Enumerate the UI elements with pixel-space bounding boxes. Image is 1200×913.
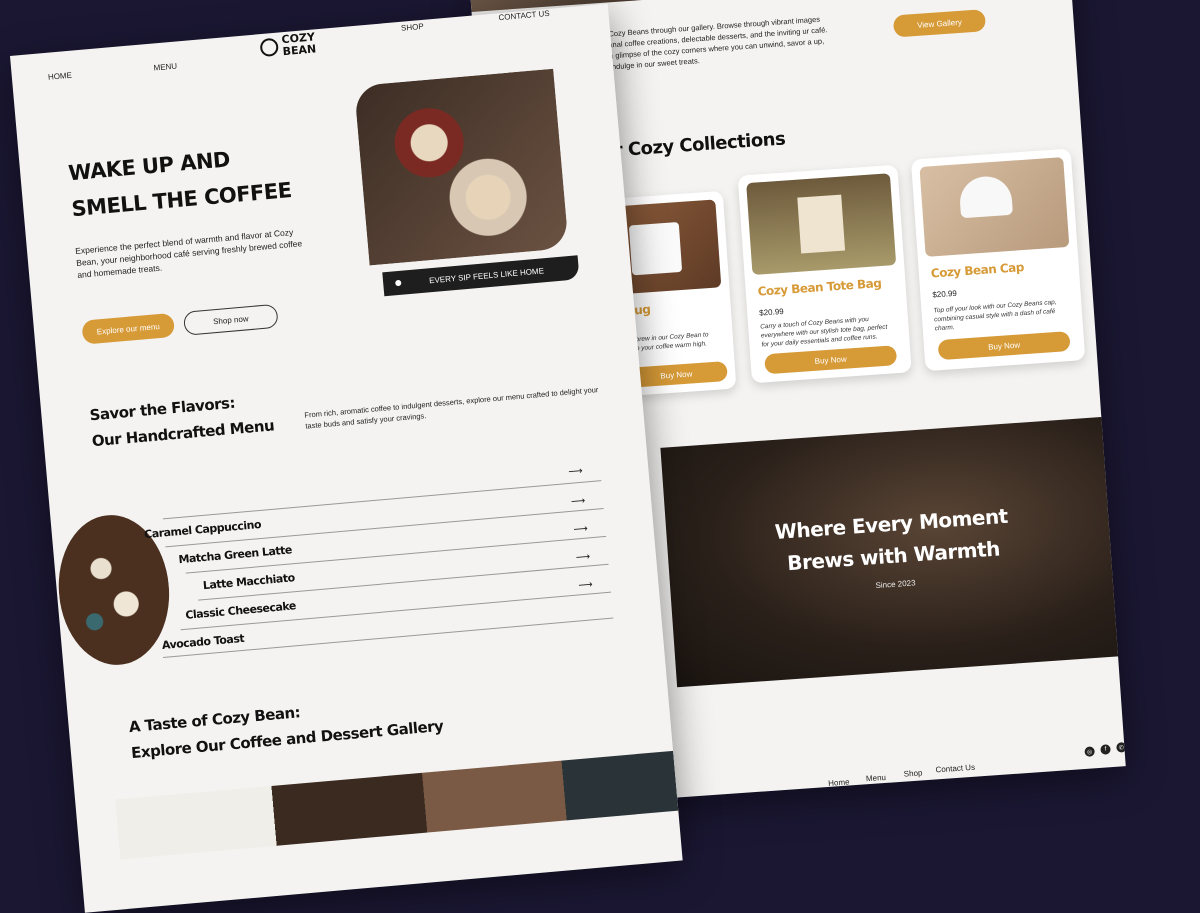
hero-title-line1: WAKE UP AND — [67, 147, 231, 186]
menu-item[interactable]: Avocado Toast — [161, 632, 244, 652]
logo-cup-icon — [259, 37, 279, 58]
footer-nav-home[interactable]: Home — [828, 777, 850, 787]
espresso-band: Where Every Moment Brews with Warmth Sin… — [660, 416, 1126, 688]
product-card-cap: Cozy Bean Cap $20.99 Top off your look w… — [910, 148, 1086, 372]
collections-title: ur Cozy Collections — [600, 128, 786, 163]
arrow-icon[interactable]: ⟶ — [568, 466, 583, 478]
buy-now-button[interactable]: Buy Now — [764, 345, 898, 375]
menu-description: From rich, aromatic coffee to indulgent … — [304, 385, 599, 431]
facebook-icon[interactable]: f — [1100, 744, 1111, 755]
product-card-tote: Cozy Bean Tote Bag $20.99 Carry a touch … — [737, 164, 912, 384]
arrow-icon[interactable]: ⟶ — [571, 496, 586, 508]
caption-dot-icon — [395, 279, 402, 287]
logo[interactable]: COZY BEAN — [259, 30, 317, 60]
footer-nav-contact[interactable]: Contact Us — [935, 763, 975, 775]
nav-menu[interactable]: MENU — [153, 61, 177, 72]
hero-caption: EVERY SIP FEELS LIKE HOME — [428, 265, 545, 285]
footer-nav-shop[interactable]: Shop — [903, 768, 922, 778]
product-name: Cozy Bean Tote Bag — [757, 276, 882, 299]
menu-title-line1: Savor the Flavors: — [88, 393, 236, 425]
arrow-icon[interactable]: ⟶ — [573, 523, 588, 535]
nav-home[interactable]: HOME — [48, 71, 73, 82]
whatsapp-icon[interactable]: ✆ — [1116, 742, 1126, 753]
menu-item[interactable]: Classic Cheesecake — [185, 599, 296, 622]
buy-now-button[interactable]: Buy Now — [937, 331, 1071, 361]
cap-image — [919, 157, 1070, 257]
product-description: Top off your look with our Cozy Beans ca… — [933, 298, 1057, 333]
hero-description: Experience the perfect blend of warmth a… — [74, 227, 303, 280]
hero-coffee-image — [353, 68, 569, 266]
home-page: HOME MENU COZY BEAN SHOP CONTACT US WAKE… — [10, 3, 683, 913]
view-gallery-button[interactable]: View Gallery — [892, 9, 987, 38]
instagram-icon[interactable]: ◎ — [1084, 746, 1095, 757]
arrow-icon[interactable]: ⟶ — [578, 579, 593, 591]
menu-item[interactable]: Latte Macchiato — [202, 571, 295, 592]
mug-graphic — [628, 222, 683, 276]
product-description: Carry a touch of Cozy Beans with you eve… — [759, 315, 888, 349]
logo-text: COZY BEAN — [281, 30, 317, 59]
hero-title-line2: SMELL THE COFFEE — [70, 178, 293, 222]
tote-image — [746, 173, 897, 275]
tote-bag-graphic — [797, 194, 846, 254]
nav-shop[interactable]: SHOP — [401, 22, 424, 33]
product-description: rite brew in our Cozy Bean to keep your … — [624, 331, 709, 354]
gallery-photo-strip — [115, 750, 679, 860]
menu-item[interactable]: Caramel Cappuccino — [144, 518, 262, 541]
product-name: Cozy Bean Cap — [930, 260, 1025, 281]
shop-now-button[interactable]: Shop now — [182, 303, 279, 336]
footer-nav-menu[interactable]: Menu — [866, 773, 887, 783]
explore-menu-button[interactable]: Explore our menu — [81, 312, 176, 345]
product-price: $20.99 — [932, 288, 958, 300]
product-price: $20.99 — [758, 306, 784, 318]
gallery-intro-text: rt of Cozy Beans through our gallery. Br… — [593, 14, 828, 73]
arrow-icon[interactable]: ⟶ — [575, 551, 590, 563]
cap-graphic — [958, 174, 1013, 219]
logo-line2: BEAN — [282, 42, 317, 59]
menu-item[interactable]: Matcha Green Latte — [178, 543, 292, 566]
